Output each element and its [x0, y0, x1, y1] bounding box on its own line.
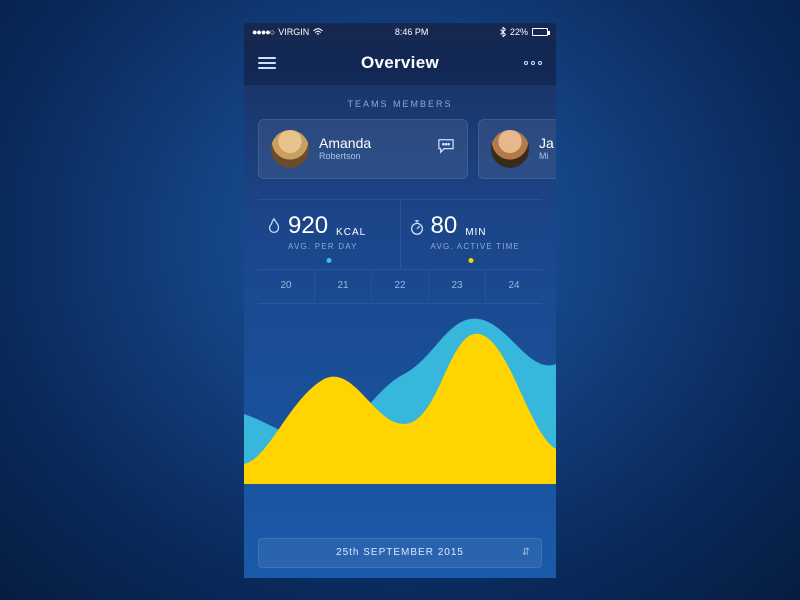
- clock: 8:46 PM: [395, 27, 429, 37]
- active-unit: MIN: [465, 227, 486, 238]
- active-sub: AVG. ACTIVE TIME: [431, 242, 535, 251]
- menu-icon[interactable]: [258, 57, 276, 69]
- member-card-next[interactable]: Ja Mi: [478, 119, 556, 179]
- member-first-name: Amanda: [319, 136, 371, 151]
- kcal-sub: AVG. PER DAY: [288, 242, 392, 251]
- member-card-amanda[interactable]: Amanda Robertson: [258, 119, 468, 179]
- avatar: [271, 130, 309, 168]
- stepper-icon: ⇵: [522, 547, 531, 558]
- indicator-dot-cyan: [326, 258, 331, 263]
- status-bar: ●●●●○ VIRGIN 8:46 PM 22%: [244, 23, 556, 41]
- stat-kcal[interactable]: 920 KCAL AVG. PER DAY: [258, 200, 401, 269]
- axis-day: 23: [429, 270, 486, 303]
- stopwatch-icon: [409, 218, 425, 236]
- active-value: 80: [431, 214, 458, 238]
- wifi-icon: [313, 28, 323, 36]
- bluetooth-icon: [500, 27, 506, 37]
- kcal-value: 920: [288, 214, 328, 238]
- kcal-unit: KCAL: [336, 227, 366, 238]
- date-axis: 20 21 22 23 24: [258, 270, 542, 304]
- axis-day: 22: [372, 270, 429, 303]
- teams-section-label: TEAMS MEMBERS: [244, 99, 556, 109]
- more-icon[interactable]: [524, 61, 542, 65]
- indicator-dot-yellow: [469, 258, 474, 263]
- axis-day: 24: [486, 270, 542, 303]
- signal-dots-icon: ●●●●○: [252, 27, 274, 37]
- member-first-name: Ja: [539, 136, 554, 151]
- member-last-name: Robertson: [319, 151, 371, 161]
- date-picker[interactable]: 25th SEPTEMBER 2015 ⇵: [258, 538, 542, 568]
- axis-day: 20: [258, 270, 315, 303]
- stat-active-time[interactable]: 80 MIN AVG. ACTIVE TIME: [401, 200, 543, 269]
- page-title: Overview: [361, 53, 439, 73]
- battery-icon: [532, 28, 548, 36]
- activity-chart: [244, 304, 556, 484]
- carrier-label: VIRGIN: [278, 27, 309, 37]
- battery-pct: 22%: [510, 27, 528, 37]
- stats-row: 920 KCAL AVG. PER DAY 80 MIN AVG. ACTIVE…: [258, 199, 542, 270]
- axis-day: 21: [315, 270, 372, 303]
- chat-icon[interactable]: [437, 138, 455, 159]
- member-last-name: Mi: [539, 151, 554, 161]
- nav-bar: Overview: [244, 41, 556, 85]
- chart-svg: [244, 304, 556, 484]
- flame-icon: [266, 218, 282, 236]
- avatar: [491, 130, 529, 168]
- members-carousel[interactable]: Amanda Robertson Ja Mi: [244, 119, 556, 179]
- date-picker-label: 25th SEPTEMBER 2015: [336, 547, 464, 558]
- app-screen: ●●●●○ VIRGIN 8:46 PM 22% Overview TEAMS …: [244, 23, 556, 578]
